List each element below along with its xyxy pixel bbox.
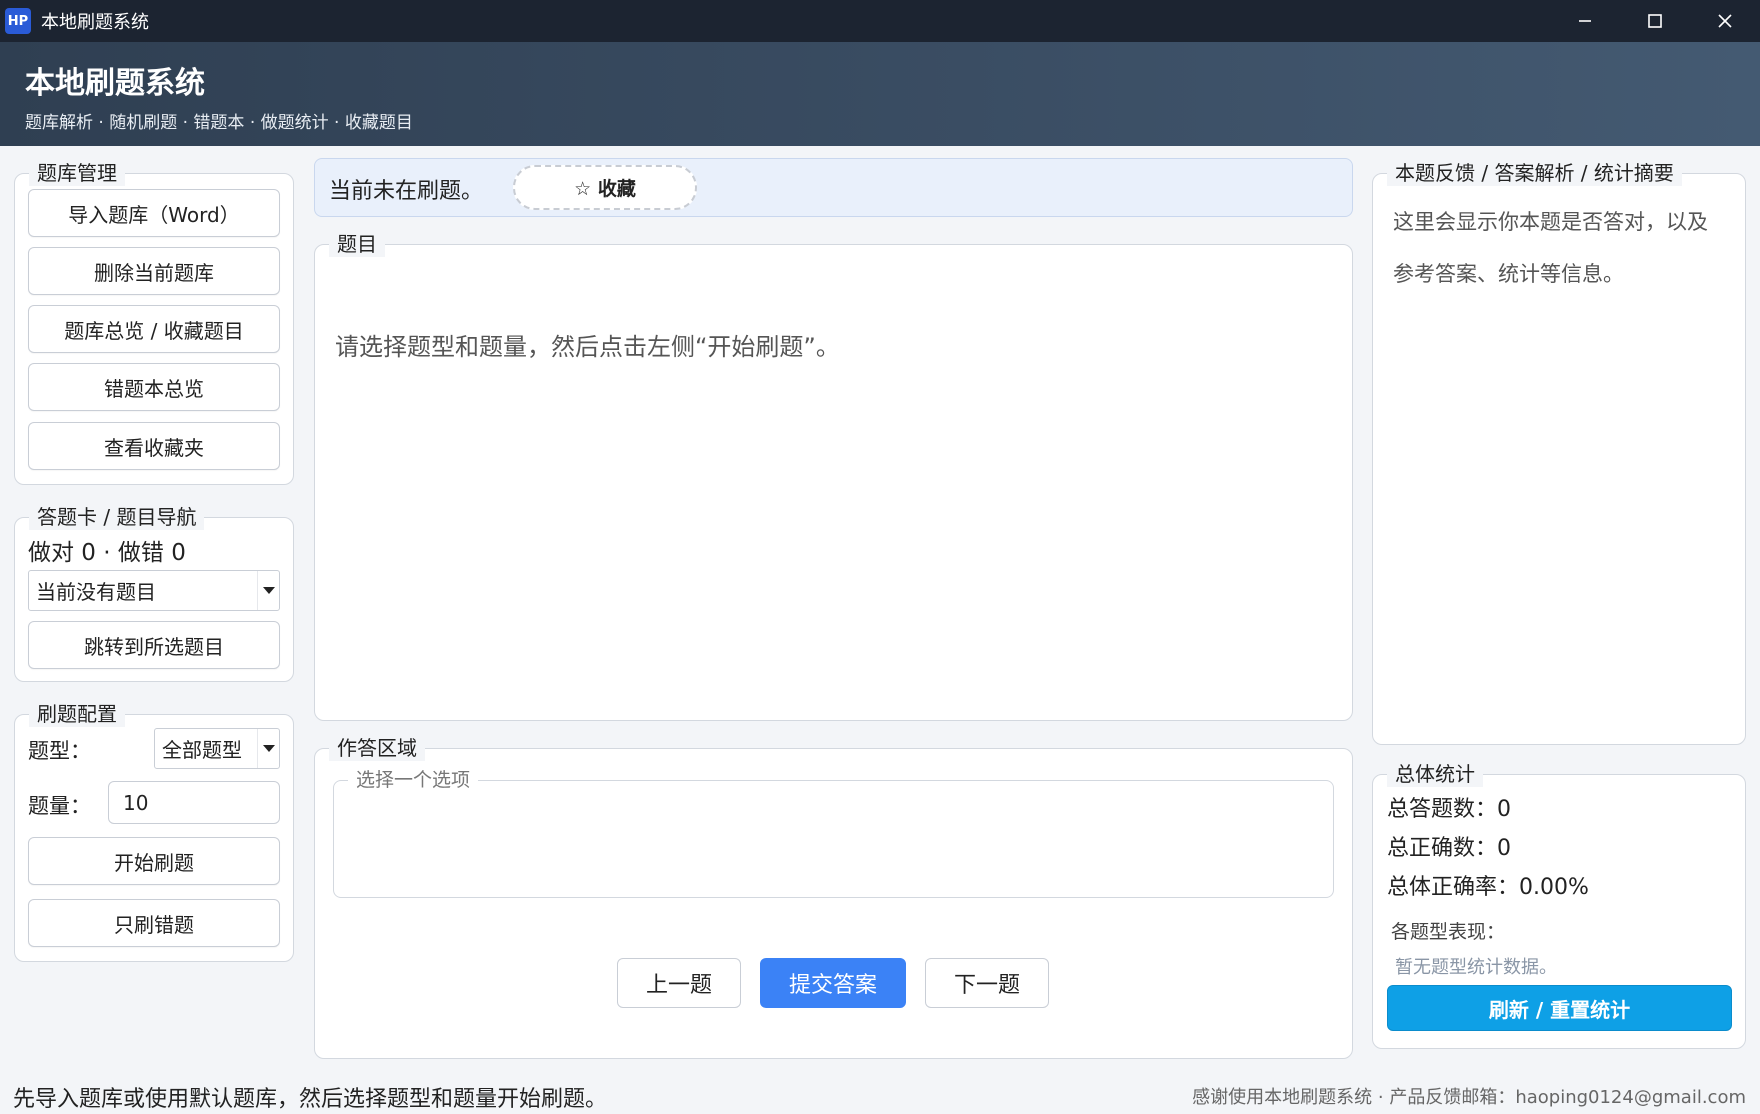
view-favorites-button[interactable]: 查看收藏夹 (28, 422, 280, 470)
by-type-label: 各题型表现： (1391, 921, 1506, 943)
question-count-value: 10 (123, 790, 149, 815)
question-nav-select-value: 当前没有题目 (36, 580, 156, 604)
answer-card-title: 答题卡 / 题目导航 (29, 504, 205, 530)
window-controls (1550, 0, 1760, 42)
maximize-button[interactable] (1620, 0, 1690, 42)
question-nav-select[interactable]: 当前没有题目 (28, 570, 280, 611)
window-title: 本地刷题系统 (41, 12, 149, 33)
total-answered-stat: 总答题数：0 (1387, 797, 1511, 822)
wrong-only-quiz-button[interactable]: 只刷错题 (28, 899, 280, 947)
answer-card-panel: 答题卡 / 题目导航 做对 0 · 做错 0 当前没有题目 跳转到所选题目 (14, 504, 294, 682)
footer-hint: 先导入题库或使用默认题库，然后选择题型和题量开始刷题。 (13, 1087, 608, 1112)
app-header: 本地刷题系统 题库解析 · 随机刷题 · 错题本 · 做题统计 · 收藏题目 (0, 42, 1760, 146)
wrong-book-overview-button[interactable]: 错题本总览 (28, 363, 280, 411)
question-text: 请选择题型和题量，然后点击左侧“开始刷题”。 (335, 333, 840, 361)
footer-credits: 感谢使用本地刷题系统 · 产品反馈邮箱：haoping0124@gmail.co… (1192, 1087, 1746, 1108)
close-icon (1718, 14, 1732, 28)
by-type-empty-text: 暂无题型统计数据。 (1395, 957, 1557, 978)
quiz-config-panel: 刷题配置 题型： 全部题型 题量： 10 开始刷题 只刷错题 (14, 701, 294, 962)
question-count-input[interactable]: 10 (108, 781, 280, 824)
page-subtitle: 题库解析 · 随机刷题 · 错题本 · 做题统计 · 收藏题目 (25, 113, 413, 133)
question-panel: 题目 请选择题型和题量，然后点击左侧“开始刷题”。 (314, 231, 1353, 721)
close-button[interactable] (1690, 0, 1760, 42)
prev-question-button[interactable]: 上一题 (617, 958, 741, 1008)
refresh-stats-button[interactable]: 刷新 / 重置统计 (1387, 985, 1732, 1031)
question-type-label: 题型： (28, 739, 91, 763)
import-library-button[interactable]: 导入题库（Word） (28, 189, 280, 237)
answer-area-title: 作答区域 (329, 735, 425, 761)
quiz-config-title: 刷题配置 (29, 701, 125, 727)
score-summary: 做对 0 · 做错 0 (28, 540, 186, 566)
library-overview-button[interactable]: 题库总览 / 收藏题目 (28, 305, 280, 353)
options-group-title: 选择一个选项 (348, 768, 479, 792)
app-logo-icon: HP (5, 8, 31, 34)
start-quiz-button[interactable]: 开始刷题 (28, 837, 280, 885)
chevron-down-icon (257, 729, 279, 768)
quiz-status-bar: 当前未在刷题。 ☆ 收藏 (314, 158, 1353, 217)
jump-to-question-button[interactable]: 跳转到所选题目 (28, 621, 280, 669)
maximize-icon (1648, 14, 1662, 28)
options-group: 选择一个选项 (333, 768, 1334, 898)
window-titlebar: HP 本地刷题系统 (0, 0, 1760, 42)
submit-answer-button[interactable]: 提交答案 (760, 958, 906, 1008)
stats-panel: 总体统计 总答题数：0 总正确数：0 总体正确率：0.00% 各题型表现： 暂无… (1372, 761, 1746, 1049)
stats-panel-title: 总体统计 (1387, 761, 1483, 787)
question-panel-title: 题目 (329, 231, 385, 257)
chevron-down-icon (257, 571, 279, 610)
library-panel-title: 题库管理 (29, 160, 125, 186)
feedback-panel-title: 本题反馈 / 答案解析 / 统计摘要 (1387, 160, 1682, 186)
favorite-button[interactable]: ☆ 收藏 (513, 165, 697, 210)
answer-area-panel: 作答区域 选择一个选项 (314, 735, 1353, 1059)
question-type-select[interactable]: 全部题型 (154, 728, 280, 769)
question-count-label: 题量： (28, 794, 91, 818)
feedback-panel: 本题反馈 / 答案解析 / 统计摘要 这里会显示你本题是否答对，以及参考答案、统… (1372, 160, 1746, 745)
minimize-icon (1579, 20, 1591, 22)
feedback-text: 这里会显示你本题是否答对，以及参考答案、统计等信息。 (1393, 210, 1708, 286)
page-title: 本地刷题系统 (25, 66, 205, 101)
next-question-button[interactable]: 下一题 (925, 958, 1049, 1008)
delete-library-button[interactable]: 删除当前题库 (28, 247, 280, 295)
accuracy-stat: 总体正确率：0.00% (1387, 875, 1589, 900)
total-correct-stat: 总正确数：0 (1387, 836, 1511, 861)
question-type-select-value: 全部题型 (162, 738, 242, 762)
minimize-button[interactable] (1550, 0, 1620, 42)
quiz-status-text: 当前未在刷题。 (329, 179, 484, 204)
library-panel: 题库管理 导入题库（Word） 删除当前题库 题库总览 / 收藏题目 错题本总览… (14, 160, 294, 485)
